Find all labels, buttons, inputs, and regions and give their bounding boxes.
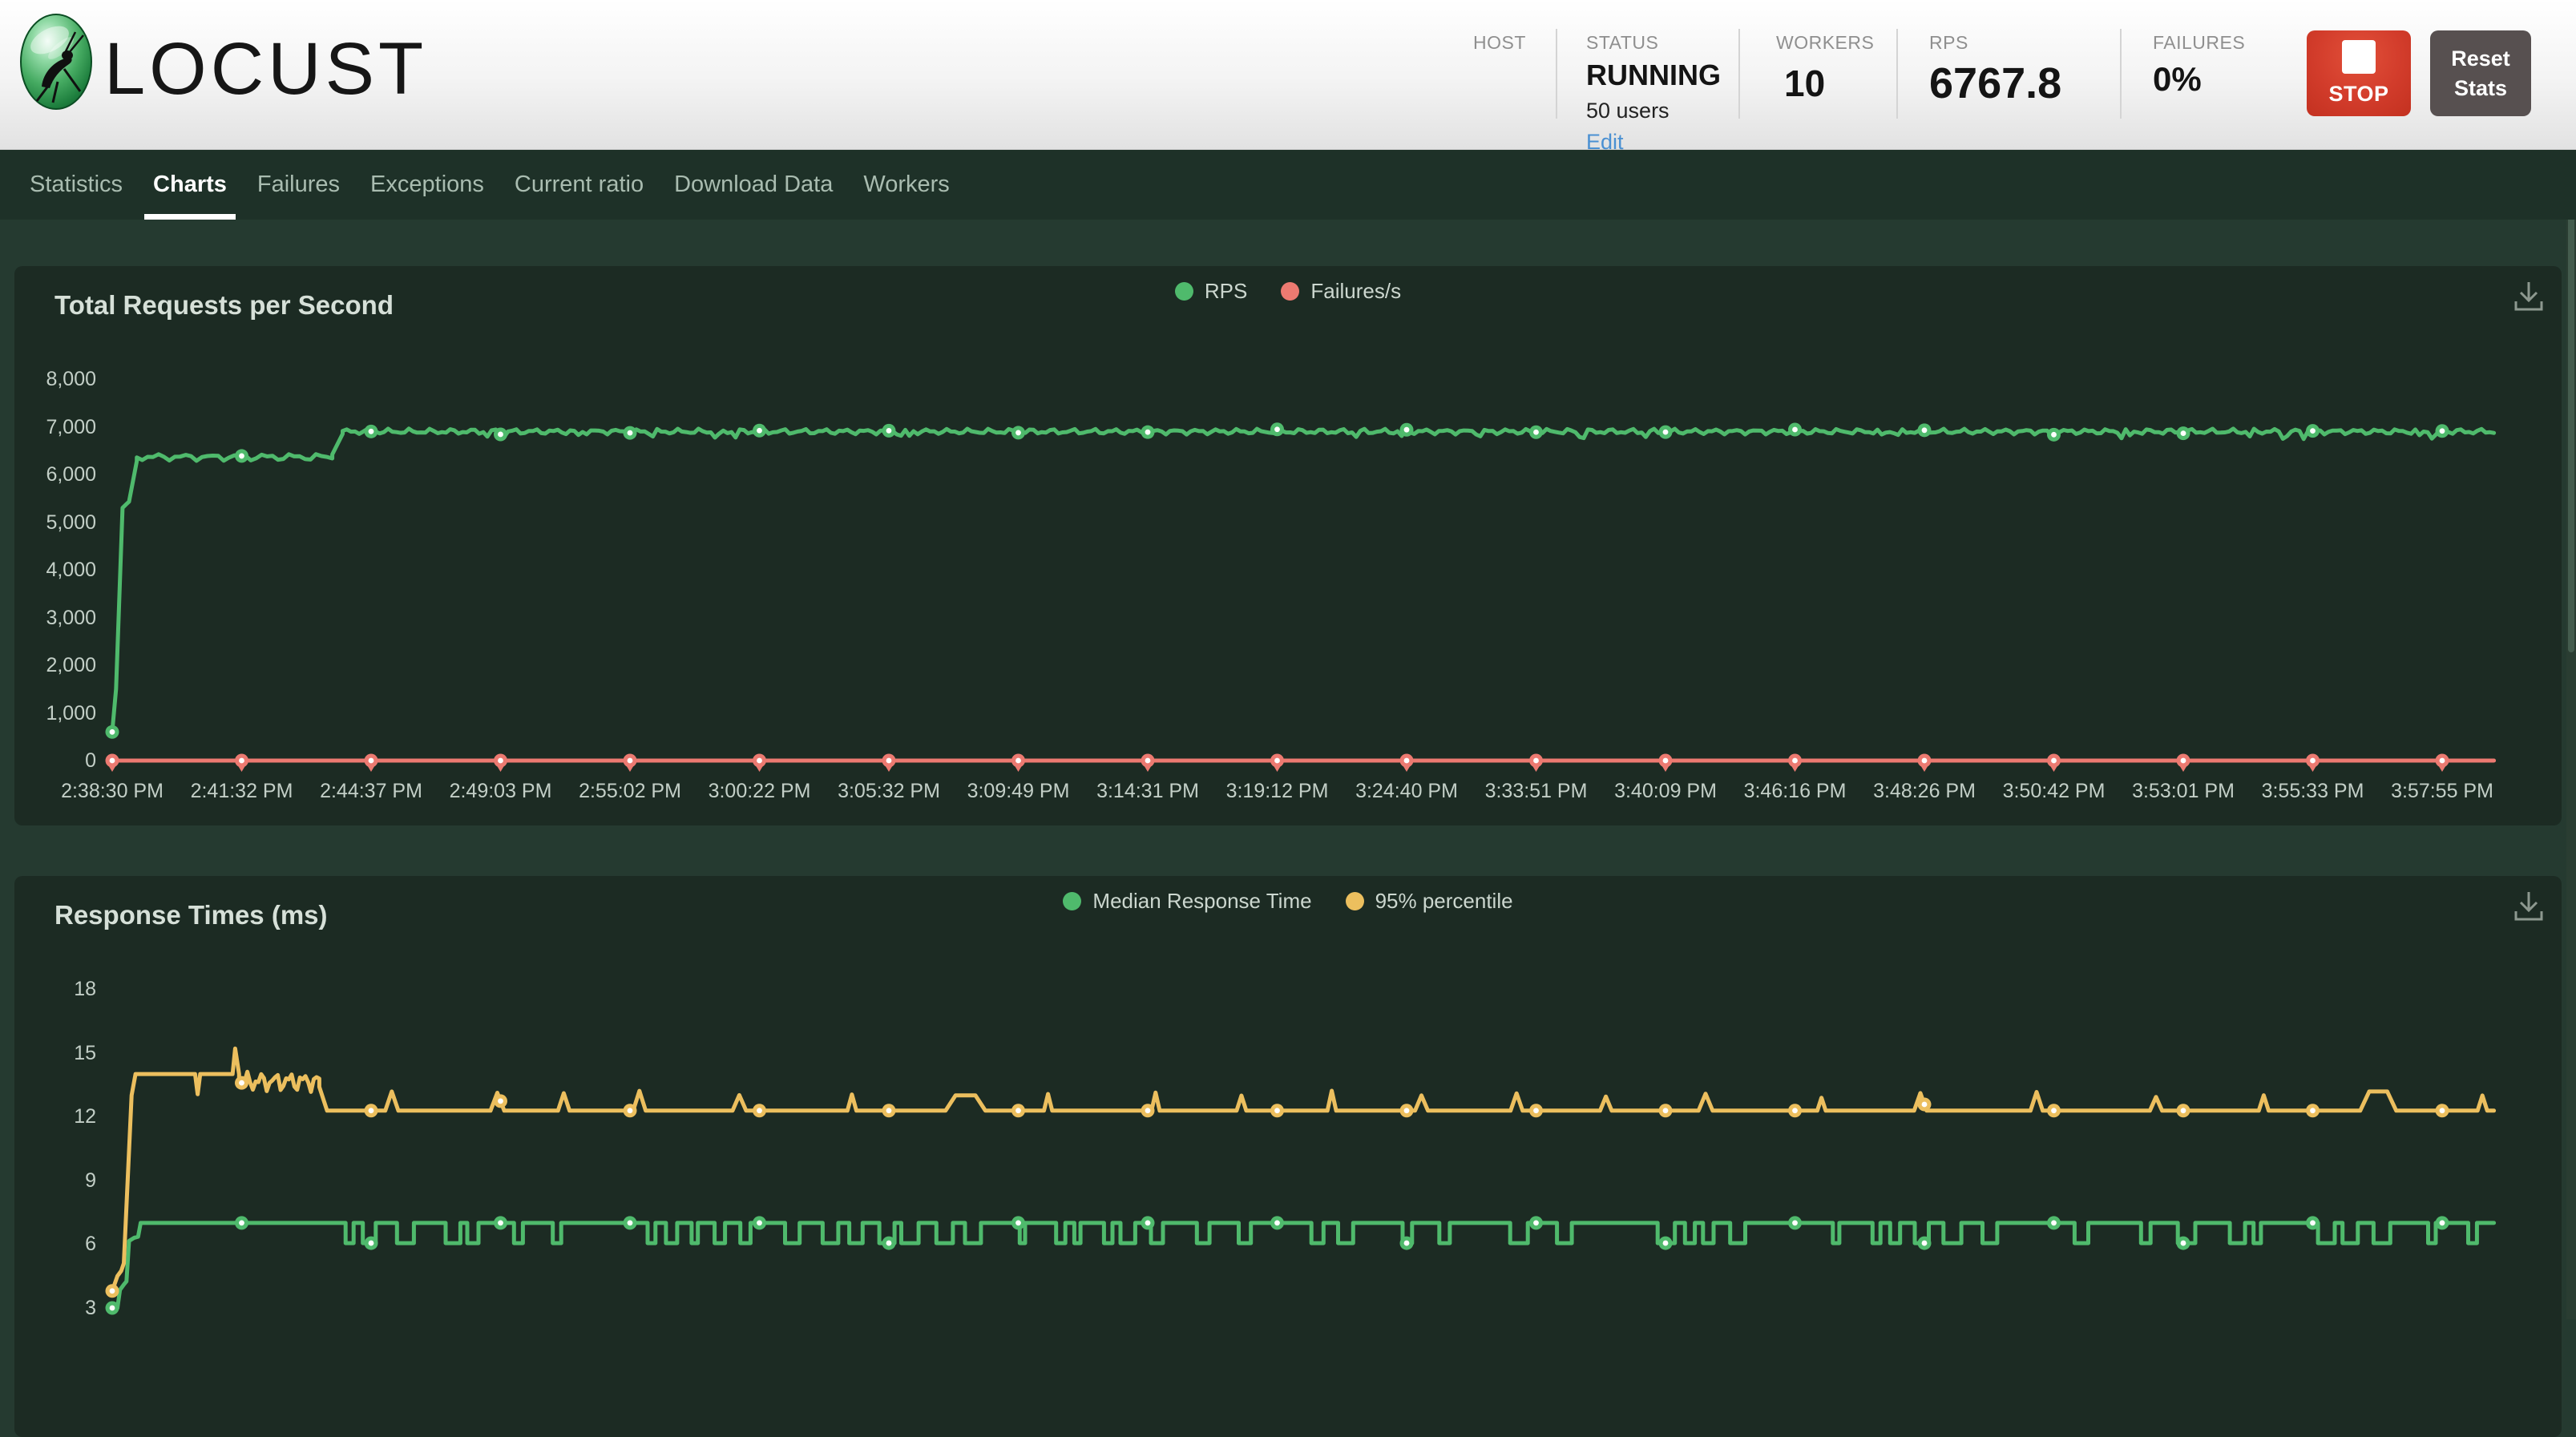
failures-label: FAILURES [2153,32,2245,54]
x-axis-tick-label: 3:40:09 PM [1595,779,1736,803]
legend-dot-red [1281,282,1299,301]
y-axis-tick-label: 8,000 [21,367,96,391]
workers-label: WORKERS [1776,32,1874,54]
stat-divider [1556,29,1557,119]
legend-label: Median Response Time [1092,889,1311,914]
x-axis-tick-label: 3:57:55 PM [2372,779,2513,803]
status-label: STATUS [1586,32,1721,54]
main-nav: Statistics Charts Failures Exceptions Cu… [0,149,2576,220]
reset-stats-button[interactable]: Reset Stats [2430,30,2531,116]
workers-value: 10 [1784,62,1874,105]
x-axis-tick-label: 3:19:12 PM [1207,779,1348,803]
legend-item-median[interactable]: Median Response Time [1063,889,1311,914]
x-axis-tick-label: 2:44:37 PM [301,779,442,803]
y-axis-tick-label: 1,000 [21,701,96,725]
series-line-rps [112,429,2494,733]
rps-chart-card: Total Requests per Second RPS Failures/s… [14,266,2562,825]
y-axis-tick-label: 3,000 [21,606,96,630]
stop-button[interactable]: STOP [2307,30,2411,116]
x-axis-tick-label: 3:14:31 PM [1077,779,1218,803]
legend-label: RPS [1205,279,1247,304]
legend-dot-green [1175,282,1193,301]
y-axis-tick-label: 2,000 [21,653,96,677]
x-axis-tick-label: 3:53:01 PM [2113,779,2254,803]
scrollbar-track [2566,149,2576,1319]
y-axis-tick-label: 3 [21,1296,96,1320]
y-axis-tick-label: 4,000 [21,558,96,582]
x-axis-tick-label: 3:09:49 PM [948,779,1089,803]
y-axis-tick-label: 6 [21,1232,96,1256]
tab-statistics[interactable]: Statistics [21,149,131,220]
y-axis-tick-label: 18 [21,977,96,1001]
legend-label: 95% percentile [1375,889,1513,914]
status-stat: STATUS RUNNING 50 users Edit [1586,32,1721,155]
x-axis-tick-label: 3:46:16 PM [1725,779,1866,803]
x-axis-tick-label: 3:05:32 PM [818,779,959,803]
x-axis-tick-label: 3:24:40 PM [1336,779,1477,803]
legend-label: Failures/s [1310,279,1401,304]
legend-item-rps[interactable]: RPS [1175,279,1247,304]
x-axis-tick-label: 3:33:51 PM [1466,779,1607,803]
x-axis-tick-label: 3:55:33 PM [2243,779,2384,803]
x-axis-tick-label: 3:50:42 PM [1984,779,2125,803]
status-user-count: 50 users [1586,99,1721,123]
rps-value: 6767.8 [1929,59,2061,108]
tab-workers[interactable]: Workers [854,149,958,220]
host-stat: HOST [1473,32,1526,54]
stop-icon [2342,40,2376,74]
app-title: LOCUST [104,21,427,117]
tab-failures[interactable]: Failures [248,149,349,220]
edit-link[interactable]: Edit [1586,130,1624,155]
reset-stats-label: Reset Stats [2441,44,2520,103]
x-axis-tick-label: 2:55:02 PM [559,779,701,803]
legend-dot-green [1063,892,1081,910]
x-axis-tick-label: 3:48:26 PM [1854,779,1995,803]
stat-divider [2120,29,2122,119]
x-axis-tick-label: 2:38:30 PM [42,779,183,803]
y-axis-tick-label: 9 [21,1169,96,1193]
stop-button-label: STOP [2328,82,2388,107]
y-axis-tick-label: 5,000 [21,511,96,535]
stat-divider [1896,29,1898,119]
locust-logo-icon [19,13,93,111]
scrollbar-thumb[interactable] [2568,155,2574,652]
y-axis-tick-label: 15 [21,1041,96,1065]
host-label: HOST [1473,32,1526,54]
legend-dot-yellow [1346,892,1364,910]
workers-stat: WORKERS 10 [1776,32,1874,105]
series-line-median-response-time [112,1223,2494,1308]
y-axis-tick-label: 0 [21,749,96,773]
y-axis-tick-label: 7,000 [21,415,96,439]
tab-current-ratio[interactable]: Current ratio [506,149,652,220]
rps-stat: RPS 6767.8 [1929,32,2061,108]
legend-item-p95[interactable]: 95% percentile [1346,889,1513,914]
y-axis-tick-label: 6,000 [21,462,96,486]
download-icon[interactable] [2510,277,2547,314]
x-axis-tick-label: 3:00:22 PM [689,779,830,803]
chart-legend: Median Response Time 95% percentile [14,889,2562,914]
legend-item-failures[interactable]: Failures/s [1281,279,1401,304]
status-value: RUNNING [1586,59,1721,92]
tab-charts[interactable]: Charts [144,149,236,220]
failures-value: 0% [2153,60,2245,99]
failures-stat: FAILURES 0% [2153,32,2245,99]
download-icon[interactable] [2510,887,2547,924]
y-axis-tick-label: 12 [21,1104,96,1128]
app-header: LOCUST HOST STATUS RUNNING 50 users Edit… [0,0,2576,150]
stat-divider [1738,29,1740,119]
tab-download-data[interactable]: Download Data [665,149,842,220]
rps-label: RPS [1929,32,2061,54]
series-line-95-percentile [112,1048,2494,1291]
x-axis-tick-label: 2:41:32 PM [172,779,313,803]
chart-legend: RPS Failures/s [14,279,2562,304]
response-times-chart-card: Response Times (ms) Median Response Time… [14,876,2562,1437]
x-axis-tick-label: 2:49:03 PM [430,779,571,803]
tab-exceptions[interactable]: Exceptions [361,149,493,220]
